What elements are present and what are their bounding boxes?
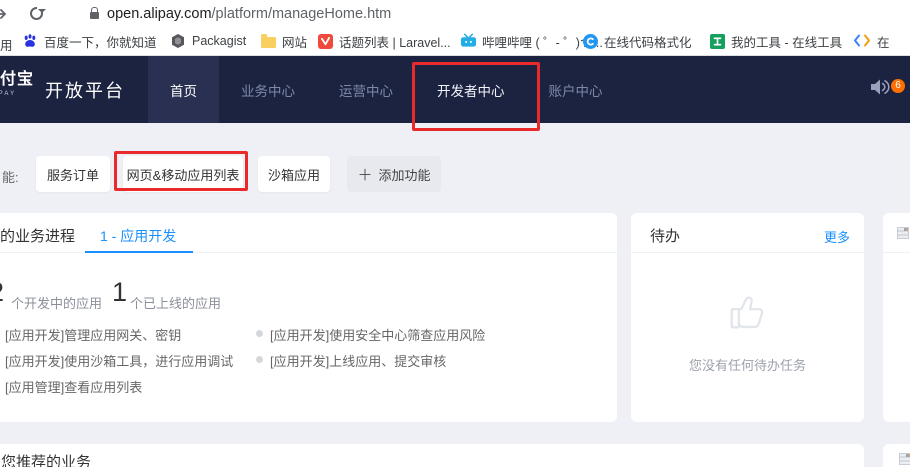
code-format-icon: [583, 34, 598, 49]
tools-icon: [710, 34, 725, 49]
stat-developing-label: 个开发中的应用: [11, 293, 102, 312]
baidu-paw-icon: [22, 33, 38, 49]
stat-online-label: 个已上线的应用: [130, 293, 221, 312]
recommended-business-title: 您推荐的业务: [1, 451, 91, 467]
progress-card-title: 的业务进程: [0, 225, 75, 246]
add-function-button[interactable]: ＋ 添加功能: [347, 156, 441, 192]
task-item: [应用开发]使用沙箱工具，进行应用调试: [5, 351, 233, 370]
bookmark-code-format[interactable]: 在线代码格式化: [583, 32, 692, 50]
brand-title: 开放平台: [45, 56, 125, 123]
bullet-dot: [256, 356, 263, 363]
card-header: 待办 更多: [631, 213, 864, 253]
bookmark-baidu[interactable]: 百度一下，你就知道: [22, 32, 157, 50]
reload-icon[interactable]: [30, 7, 43, 20]
broken-image-icon: [899, 453, 910, 465]
code-brackets-icon: [853, 33, 871, 49]
highlight-box-developer-center: [412, 62, 540, 131]
bookmark-topics[interactable]: 话题列表 | Laravel...: [318, 32, 451, 50]
url-text[interactable]: open.alipay.com/platform/manageHome.htm: [107, 6, 391, 22]
address-bar[interactable]: open.alipay.com/platform/manageHome.htm: [0, 0, 910, 28]
thumbs-up-icon: [725, 287, 771, 342]
nav-item-account-center[interactable]: 账户中心: [527, 56, 625, 123]
nav-item-operation-center[interactable]: 运营中心: [317, 56, 415, 123]
bookmark-label: 百度一下，你就知道: [44, 32, 157, 51]
bookmark-code[interactable]: 在: [853, 32, 890, 50]
tab-active-underline: [85, 251, 193, 253]
todo-empty-text: 您没有任何待办任务: [631, 355, 864, 374]
bookmark-bilibili[interactable]: 哔哩哔哩 ( ゜- ゜)つ...: [460, 32, 603, 50]
nav-menu: 首页 业务中心 运营中心 开发者中心 账户中心: [148, 56, 625, 123]
stat-online-count: 1: [112, 277, 127, 308]
topics-icon: [318, 34, 333, 49]
folder-icon: [261, 37, 276, 48]
forward-arrow-icon[interactable]: [0, 6, 9, 27]
bookmark-label: 在: [877, 32, 890, 51]
bullet-dot: [256, 330, 263, 337]
business-progress-card: 的业务进程 1 - 应用开发 2 个开发中的应用 1 个已上线的应用 [应用开发…: [0, 213, 617, 422]
bookmark-label: 我的工具 - 在线工具: [731, 32, 842, 51]
browser-chrome: open.alipay.com/platform/manageHome.htm …: [0, 0, 910, 56]
speaker-icon[interactable]: [870, 79, 890, 100]
todo-card-title: 待办: [650, 225, 680, 246]
nav-item-home[interactable]: 首页: [148, 56, 219, 123]
bookmark-label: 网站: [282, 32, 307, 51]
alipay-logo-en: ALIPAY: [0, 91, 34, 97]
broken-image-icon: [897, 227, 909, 239]
url-path: /platform/manageHome.htm: [212, 6, 392, 22]
bookmark-site[interactable]: 网站: [261, 32, 307, 50]
card-header: 的业务进程 1 - 应用开发: [0, 213, 617, 253]
bilibili-icon: [460, 33, 476, 49]
notification-area[interactable]: 6: [870, 56, 904, 123]
bookmark-tools[interactable]: 我的工具 - 在线工具: [710, 32, 842, 50]
recommended-business-card: 您推荐的业务: [0, 444, 864, 467]
url-domain: open.alipay.com: [107, 6, 212, 22]
bookmark-label: 在线代码格式化: [604, 32, 692, 51]
plus-icon: ＋: [357, 164, 372, 185]
task-item: [应用开发]使用安全中心筛查应用风险: [270, 325, 485, 344]
more-link[interactable]: 更多: [824, 227, 850, 246]
task-item: [应用开发]上线应用、提交审核: [270, 351, 446, 370]
bookmark-label: 话题列表 | Laravel...: [339, 32, 451, 51]
tab-app-development[interactable]: 1 - 应用开发: [100, 226, 176, 246]
highlight-box-app-list: [114, 151, 248, 191]
right-partial-card: [883, 213, 910, 422]
screen: open.alipay.com/platform/manageHome.htm …: [0, 0, 910, 467]
lock-icon: [90, 12, 99, 19]
notification-badge[interactable]: 6: [891, 79, 905, 93]
bottom-right-partial-card: [883, 444, 910, 467]
alipay-logo[interactable]: 支付宝 ALIPAY: [0, 72, 34, 97]
alipay-logo-cn: 支付宝: [0, 72, 34, 88]
add-function-label: 添加功能: [379, 165, 431, 184]
service-orders-button[interactable]: 服务订单: [36, 156, 110, 192]
quick-actions-label: 能:: [2, 167, 19, 186]
task-item: [应用开发]管理应用网关、密钥: [5, 325, 181, 344]
stat-developing-count: 2: [0, 277, 4, 308]
bookmark-packagist[interactable]: Packagist: [170, 32, 246, 50]
sandbox-app-button[interactable]: 沙箱应用: [258, 156, 330, 192]
bookmark-partial[interactable]: 用: [0, 35, 13, 54]
task-item: [应用管理]查看应用列表: [5, 377, 142, 396]
nav-item-business-center[interactable]: 业务中心: [219, 56, 317, 123]
todo-card: 待办 更多 您没有任何待办任务: [631, 213, 864, 422]
bookmark-label: Packagist: [192, 34, 246, 48]
packagist-icon: [170, 33, 186, 49]
